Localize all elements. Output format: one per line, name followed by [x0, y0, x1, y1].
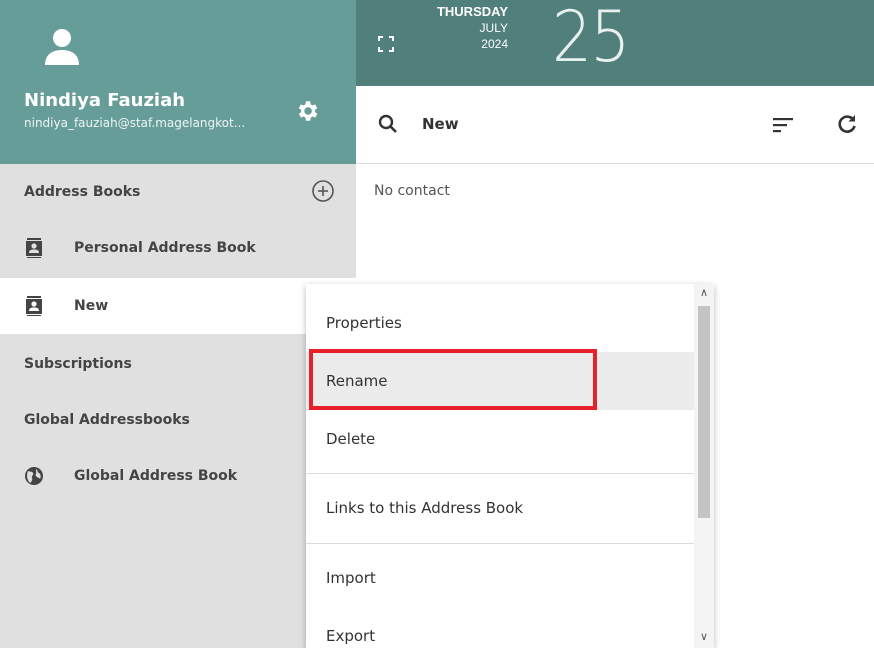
addressbook-context-menu: Properties Rename Delete Links to this A…	[306, 284, 714, 648]
day-number: 25	[552, 0, 630, 78]
user-avatar-icon	[45, 29, 79, 65]
menu-scrollbar[interactable]: ∧ ∨	[694, 284, 714, 648]
addressbook-item-global[interactable]: Global Address Book	[0, 448, 356, 504]
menu-item-delete[interactable]: Delete	[306, 410, 694, 468]
addressbook-title: New	[422, 115, 459, 133]
date-block: THURSDAY JULY 2024	[426, 4, 508, 52]
menu-divider	[306, 473, 694, 474]
menu-item-links[interactable]: Links to this Address Book	[306, 479, 694, 537]
menu-item-export[interactable]: Export	[306, 607, 694, 648]
contact-book-icon	[26, 296, 42, 316]
date-header: THURSDAY JULY 2024 25	[356, 0, 874, 86]
gear-icon[interactable]	[294, 98, 320, 124]
user-panel: Nindiya Fauziah nindiya_fauziah@staf.mag…	[0, 0, 356, 164]
year: 2024	[481, 37, 508, 51]
subscriptions-header[interactable]: Subscriptions	[24, 356, 132, 372]
addressbook-item-new[interactable]: New	[0, 278, 356, 334]
menu-item-import[interactable]: Import	[306, 549, 694, 607]
sidebar: Nindiya Fauziah nindiya_fauziah@staf.mag…	[0, 0, 356, 648]
empty-state-text: No contact	[374, 183, 450, 199]
menu-divider	[306, 543, 694, 544]
user-name: Nindiya Fauziah	[24, 90, 186, 111]
menu-item-rename[interactable]: Rename	[306, 352, 694, 410]
global-addressbooks-header: Global Addressbooks	[24, 412, 190, 428]
scroll-thumb[interactable]	[698, 306, 710, 518]
scroll-down-arrow-icon[interactable]: ∨	[696, 630, 712, 644]
refresh-icon[interactable]	[836, 113, 858, 135]
sort-icon[interactable]	[772, 115, 794, 135]
day-name: THURSDAY	[436, 4, 508, 19]
addressbook-item-personal[interactable]: Personal Address Book	[0, 220, 356, 276]
add-circle-icon[interactable]	[310, 178, 336, 204]
fullscreen-icon[interactable]	[378, 36, 394, 52]
search-icon[interactable]	[378, 114, 398, 134]
address-books-header: Address Books	[24, 184, 141, 200]
user-email: nindiya_fauziah@staf.magelangkot...	[24, 116, 246, 130]
addressbook-item-label: Global Address Book	[74, 468, 238, 484]
menu-item-properties[interactable]: Properties	[306, 294, 694, 352]
addressbook-item-label: New	[74, 298, 109, 314]
addressbook-item-label: Personal Address Book	[74, 240, 256, 256]
scroll-up-arrow-icon[interactable]: ∧	[696, 286, 712, 300]
contacts-toolbar: New	[356, 86, 874, 164]
contact-book-icon	[26, 238, 42, 258]
month-name: JULY	[479, 21, 508, 35]
globe-icon	[25, 467, 43, 485]
